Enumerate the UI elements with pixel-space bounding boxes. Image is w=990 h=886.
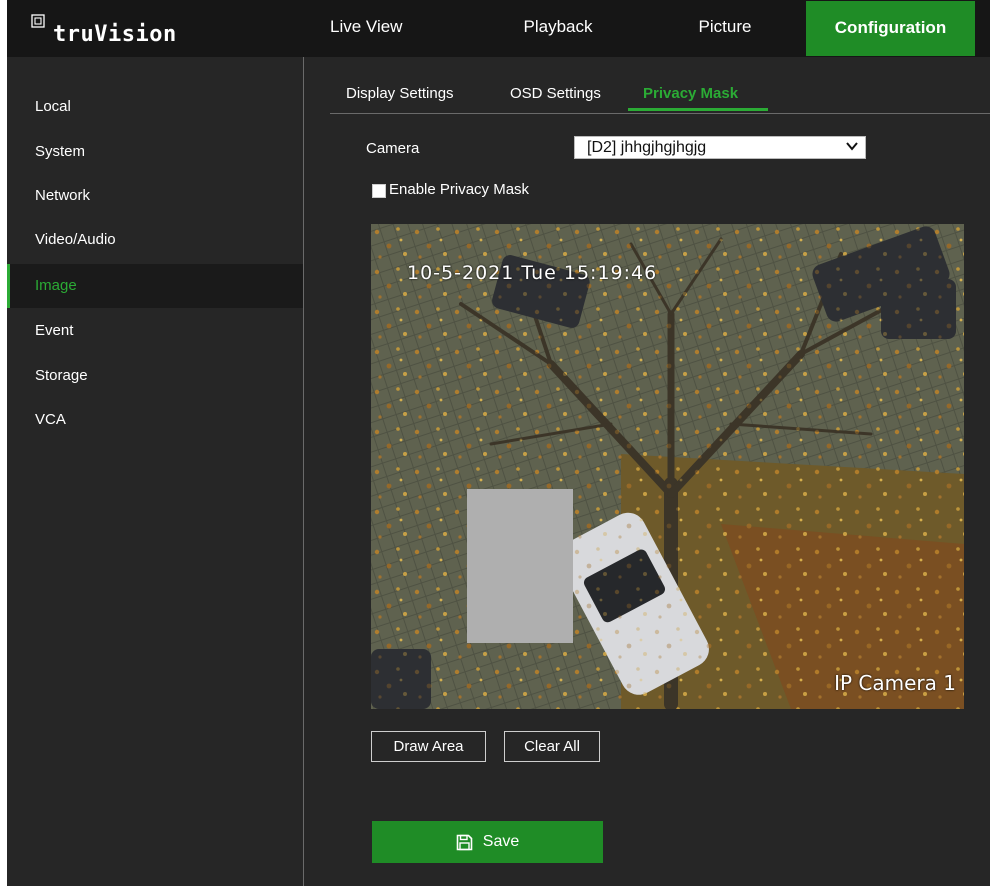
sidebar: Local System Network Video/Audio Image E… <box>7 57 304 886</box>
draw-area-button[interactable]: Draw Area <box>371 731 486 762</box>
sidebar-item-video-audio[interactable]: Video/Audio <box>7 218 303 262</box>
sidebar-item-system[interactable]: System <box>7 130 303 174</box>
save-floppy-icon <box>456 834 473 850</box>
sidebar-item-event[interactable]: Event <box>7 309 303 353</box>
enable-privacy-mask-label: Enable Privacy Mask <box>389 181 530 198</box>
sidebar-item-network[interactable]: Network <box>7 174 303 218</box>
privacy-mask-area[interactable] <box>467 489 573 643</box>
nav-configuration[interactable]: Configuration <box>806 1 975 56</box>
camera-select-value: [D2] jhhgjhgjhgjg <box>587 139 707 156</box>
settings-tabs: Display Settings OSD Settings Privacy Ma… <box>330 57 990 114</box>
truvision-logo-icon <box>31 14 45 28</box>
top-navigation-bar: truVision Live View Playback Picture Con… <box>7 0 990 57</box>
nav-picture[interactable]: Picture <box>665 0 785 57</box>
sidebar-item-image[interactable]: Image <box>7 264 303 308</box>
sidebar-item-vca[interactable]: VCA <box>7 398 303 442</box>
tab-osd-settings[interactable]: OSD Settings <box>510 85 601 102</box>
tab-display-settings[interactable]: Display Settings <box>346 85 454 102</box>
clear-all-button[interactable]: Clear All <box>504 731 600 762</box>
nav-live-view[interactable]: Live View <box>330 0 450 57</box>
sidebar-item-storage[interactable]: Storage <box>7 354 303 398</box>
save-button-label: Save <box>482 833 520 850</box>
save-button[interactable]: Save <box>372 821 603 863</box>
enable-privacy-mask-checkbox[interactable] <box>372 184 386 198</box>
osd-camera-name: IP Camera 1 <box>834 671 956 695</box>
brand-name: truVision <box>53 22 177 47</box>
sidebar-item-local[interactable]: Local <box>7 85 303 129</box>
osd-timestamp: 10-5-2021 Tue 15:19:46 <box>407 262 658 284</box>
camera-label: Camera <box>366 140 420 157</box>
camera-preview[interactable]: 10-5-2021 Tue 15:19:46 IP Camera 1 <box>371 224 964 709</box>
camera-select[interactable]: [D2] jhhgjhgjhgjg <box>574 136 866 159</box>
app-window: truVision Live View Playback Picture Con… <box>7 0 990 886</box>
tab-privacy-mask[interactable]: Privacy Mask <box>643 85 738 102</box>
nav-playback[interactable]: Playback <box>498 0 618 57</box>
active-tab-indicator <box>628 108 768 111</box>
camera-scene-image <box>371 224 964 709</box>
chevron-down-icon <box>846 142 858 151</box>
